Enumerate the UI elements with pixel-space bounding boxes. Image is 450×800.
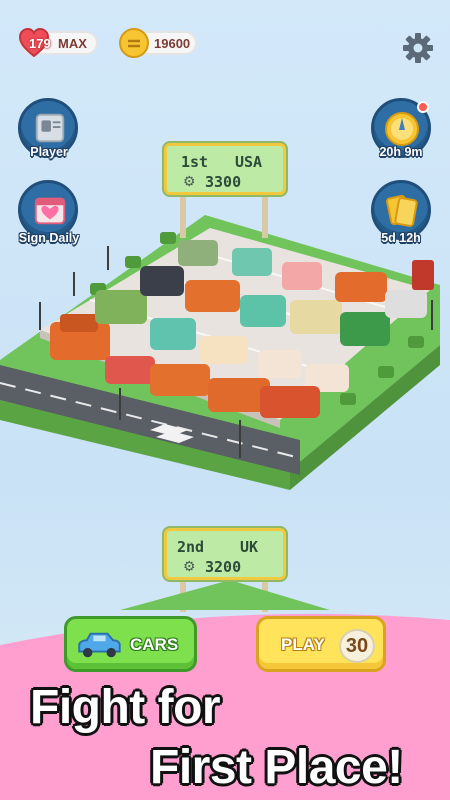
play-button[interactable]: PLAY 30 [256,616,386,672]
event-timer-label: 20h 9m [379,145,423,159]
id-card-icon [35,113,65,143]
play-button-label: PLAY [281,635,325,654]
tickets-timer-label: 5d 12h [381,231,421,245]
leaderboard-sign-2: 2nd UK 3200 ⚙ [164,528,286,580]
trophy-icon: ⚙ [183,173,196,189]
sign-country: USA [235,153,263,171]
energy-value: 179 [29,36,51,51]
sign-daily-label: Sign Daily [18,231,80,245]
sign-score: 3200 [205,558,242,576]
cars-button-label: CARS [130,635,179,654]
promo-headline-line2: First Place! [150,741,403,794]
play-cost-badge: 30 [339,629,375,663]
coins-counter[interactable]: 19600 [119,28,197,58]
coin-icon [119,28,149,58]
player-label: Player [30,145,68,159]
calendar-heart-icon [34,197,66,225]
car-icon [78,632,121,658]
energy-counter[interactable]: 179 MAX [18,27,98,58]
compass-icon [385,112,419,146]
trophy-icon: ⚙ [183,558,196,574]
sign-score: 3300 [205,173,242,191]
sign-country: UK [240,538,259,556]
sign-rank: 1st [181,153,209,171]
notification-dot [417,101,429,113]
cars-button[interactable]: CARS [64,616,197,672]
coins-value: 19600 [154,36,191,51]
energy-max-label: MAX [58,36,87,51]
promo-headline-line1: Fight for [30,681,221,734]
parking-lot-board [0,192,440,612]
leaderboard-sign-1: 1st USA 3300 ⚙ [164,143,286,195]
sign-rank: 2nd [177,538,205,556]
settings-gear-icon[interactable] [402,32,434,64]
tickets-icon [386,194,418,227]
